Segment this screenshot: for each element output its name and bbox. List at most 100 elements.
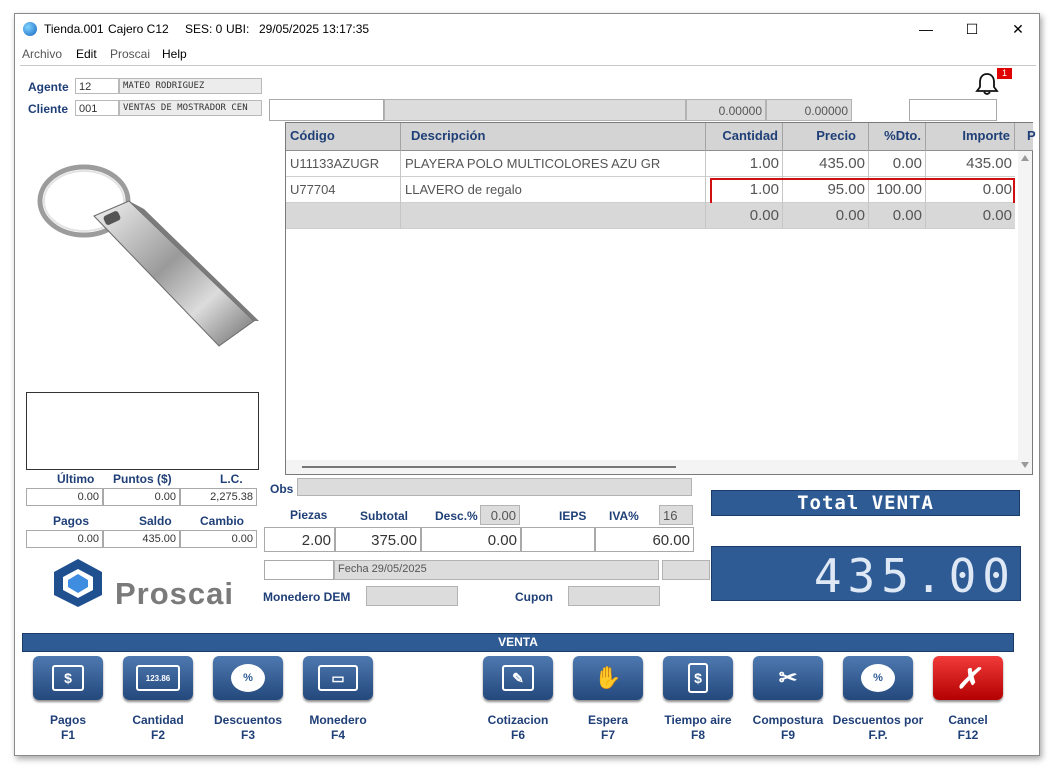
col-dto[interactable]: %Dto.	[869, 123, 926, 151]
scroll-up-icon[interactable]	[1021, 155, 1029, 161]
compostura-button[interactable]: ✂	[753, 656, 823, 704]
monedero-button-label: Monedero F4	[309, 713, 367, 742]
obs-field[interactable]	[297, 478, 692, 496]
col-precio[interactable]: Precio	[783, 123, 869, 151]
minimize-button[interactable]: —	[903, 14, 949, 44]
calculator-icon: 123.86	[136, 665, 180, 691]
venta-mode-bar: VENTA	[22, 633, 1014, 652]
quote-edit-icon: ✎	[502, 665, 534, 691]
description-entry-field	[384, 99, 686, 121]
fecha-left-field[interactable]	[264, 560, 334, 580]
app-globe-icon	[23, 22, 37, 36]
pagos-button[interactable]: $	[33, 656, 103, 704]
client-code-field[interactable]: 001	[75, 100, 119, 116]
descuentos-fp-button[interactable]: %	[843, 656, 913, 704]
ultimo-label: Último	[57, 472, 95, 486]
espera-button[interactable]: ✋	[573, 656, 643, 704]
client-label: Cliente	[28, 102, 69, 116]
puntos-value: 0.00	[103, 488, 180, 506]
agent-name-field: MATEO RODRIGUEZ	[119, 78, 262, 94]
puntos-label: Puntos ($)	[113, 472, 172, 486]
title-bar: Tienda.001 Cajero C12 SES: 0 UBI: 29/05/…	[15, 14, 1039, 44]
ieps-label: IEPS	[559, 509, 587, 523]
iva-label: IVA%	[609, 509, 639, 523]
agent-code-field[interactable]: 12	[75, 78, 119, 94]
menu-edit[interactable]: Edit	[76, 47, 97, 61]
discount-badge-icon: %	[231, 664, 265, 692]
cell-dto: 0.00	[869, 203, 926, 229]
cancel-button[interactable]: ✗	[933, 656, 1003, 704]
grid-header: Código Descripción Cantidad Precio %Dto.…	[286, 123, 1036, 151]
card-icon: ▭	[318, 665, 358, 691]
cell-desc	[401, 203, 706, 229]
saldo-label: Saldo	[139, 514, 172, 528]
datetime-label: 29/05/2025 13:17:35	[259, 22, 370, 36]
total-amount-display: 435.00	[711, 546, 1021, 603]
descuentos-button[interactable]: %	[213, 656, 283, 704]
phone-icon: $	[688, 663, 708, 693]
col-descripcion[interactable]: Descripción	[401, 123, 706, 151]
menu-bar: Archivo Edit Proscai Help	[15, 44, 1039, 64]
menu-proscai[interactable]: Proscai	[110, 47, 150, 61]
top-right-field[interactable]	[909, 99, 997, 121]
col-cantidad[interactable]: Cantidad	[706, 123, 783, 151]
client-name-field: VENTAS DE MOSTRADOR CEN	[119, 100, 262, 116]
code-entry-field[interactable]	[269, 99, 384, 121]
tiempo-aire-button[interactable]: $	[663, 656, 733, 704]
close-window-button[interactable]: ✕	[995, 14, 1041, 44]
scroll-thumb[interactable]	[302, 466, 676, 468]
cambio-label: Cambio	[200, 514, 245, 528]
grid-vertical-scrollbar[interactable]	[1018, 151, 1032, 474]
ultimo-value: 0.00	[26, 488, 103, 506]
monedero-field[interactable]	[366, 586, 458, 606]
cotizacion-button[interactable]: ✎	[483, 656, 553, 704]
col-importe[interactable]: Importe	[926, 123, 1015, 151]
cancel-x-icon: ✗	[956, 662, 980, 694]
cashier-label: Cajero C12	[108, 22, 169, 36]
desc-value: 0.00	[421, 527, 521, 552]
col-p[interactable]: P	[1015, 123, 1036, 151]
items-grid: Código Descripción Cantidad Precio %Dto.…	[285, 122, 1036, 475]
cell-price: 0.00	[783, 203, 869, 229]
cell-qty: 1.00	[706, 151, 783, 177]
subtotal-value: 375.00	[335, 527, 421, 552]
desc-pct-field[interactable]: 0.00	[480, 505, 520, 525]
maximize-button[interactable]: ☐	[949, 14, 995, 44]
cell-code	[286, 203, 401, 229]
hand-stop-icon: ✋	[594, 665, 622, 690]
cell-dto: 0.00	[869, 151, 926, 177]
main-content: Agente 12 MATEO RODRIGUEZ Cliente 001 VE…	[20, 65, 1036, 753]
iva-pct-field[interactable]: 16	[659, 505, 693, 525]
table-row[interactable]: U11133AZUGR PLAYERA POLO MULTICOLORES AZ…	[286, 151, 1015, 177]
monedero-button[interactable]: ▭	[303, 656, 373, 704]
top-value-1: 0.00000	[686, 99, 766, 121]
menu-archivo[interactable]: Archivo	[22, 47, 62, 61]
cambio-value: 0.00	[180, 530, 257, 548]
table-row[interactable]: 0.00 0.00 0.00 0.00	[286, 203, 1015, 229]
lc-value: 2,275.38	[180, 488, 257, 506]
monedero-label: Monedero DEM	[263, 590, 351, 604]
cell-code: U11133AZUGR	[286, 151, 401, 177]
product-keychain-image	[37, 164, 259, 347]
fecha-field: Fecha 29/05/2025	[334, 560, 659, 580]
grid-horizontal-scrollbar[interactable]	[286, 460, 1019, 474]
scroll-down-icon[interactable]	[1021, 462, 1029, 468]
desc-pct-label: Desc.%	[435, 509, 478, 523]
col-codigo[interactable]: Código	[286, 123, 401, 151]
cantidad-button[interactable]: 123.86	[123, 656, 193, 704]
pos-window: Tienda.001 Cajero C12 SES: 0 UBI: 29/05/…	[14, 13, 1040, 756]
menu-help[interactable]: Help	[162, 47, 187, 61]
iva-value: 60.00	[595, 527, 694, 552]
piezas-value: 2.00	[264, 527, 335, 552]
notes-panel	[26, 392, 259, 470]
total-venta-banner: Total VENTA	[711, 490, 1020, 516]
subtotal-label: Subtotal	[360, 509, 408, 523]
ieps-value	[521, 527, 595, 552]
proscai-logo-icon	[54, 559, 102, 607]
top-value-2: 0.00000	[766, 99, 852, 121]
pagos-label: Pagos	[53, 514, 90, 528]
cell-desc: PLAYERA POLO MULTICOLORES AZU GR	[401, 151, 706, 177]
cupon-field[interactable]	[568, 586, 660, 606]
session-label: SES: 0	[185, 22, 223, 36]
cell-qty: 0.00	[706, 203, 783, 229]
